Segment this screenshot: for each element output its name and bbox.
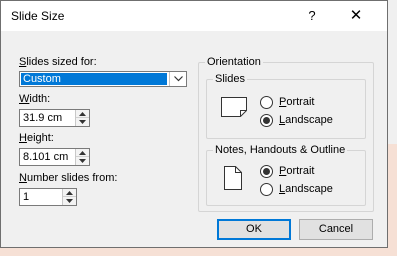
cancel-button[interactable]: Cancel [299,219,373,240]
slides-portrait-radio[interactable] [260,96,273,109]
height-value: 8.101 cm [23,151,69,163]
height-decrease-button[interactable] [76,157,89,165]
notes-orientation-group: Notes, Handouts & Outline Portrait Lands… [206,144,366,206]
ok-button[interactable]: OK [217,219,291,240]
title-bar: Slide Size ? ✕ [1,1,387,31]
notes-portrait-radio[interactable] [260,165,273,178]
width-increase-button[interactable] [76,110,89,118]
chevron-down-icon [174,76,183,82]
help-button[interactable]: ? [301,1,323,31]
number-increase-button[interactable] [63,189,76,197]
slides-sized-for-select[interactable]: Custom [19,71,187,87]
number-slides-from-label: Number slides from: [19,172,118,184]
spin-down-icon [79,120,86,124]
spin-down-icon [79,159,86,163]
close-button[interactable]: ✕ [341,1,371,31]
width-spinner[interactable]: 31.9 cm [19,109,90,127]
notes-landscape-radio[interactable] [260,183,273,196]
notes-orientation-title: Notes, Handouts & Outline [213,144,348,156]
dialog-title: Slide Size [11,9,65,23]
width-value: 31.9 cm [23,112,63,124]
width-label: Width: [19,93,51,105]
portrait-page-icon [224,166,242,190]
width-decrease-button[interactable] [76,118,89,126]
notes-portrait-label[interactable]: Portrait [279,165,314,177]
slides-orientation-group: Slides Portrait Landscape [206,73,366,139]
number-slides-from-spinner[interactable]: 1 [19,188,77,206]
number-slides-from-value: 1 [23,191,30,203]
orientation-group: Orientation Slides Portrait Landscape No… [198,56,374,212]
slides-landscape-label[interactable]: Landscape [279,114,333,126]
slides-sized-for-label: Slides sized for: [19,56,97,68]
spin-up-icon [79,151,86,155]
slides-orientation-title: Slides [213,73,247,85]
slides-sized-for-value: Custom [21,73,167,85]
spin-up-icon [79,112,86,116]
height-label: Height: [19,132,54,144]
height-spinner[interactable]: 8.101 cm [19,148,90,166]
slides-landscape-radio[interactable] [260,114,273,127]
slide-size-dialog: Slide Size ? ✕ Slides sized for: Custom … [0,0,388,248]
spin-up-icon [66,191,73,195]
notes-landscape-label[interactable]: Landscape [279,183,333,195]
orientation-title: Orientation [205,56,263,68]
number-decrease-button[interactable] [63,197,76,205]
slides-portrait-label[interactable]: Portrait [279,96,314,108]
dropdown-button[interactable] [169,72,186,86]
height-increase-button[interactable] [76,149,89,157]
landscape-page-icon [221,97,247,117]
spin-down-icon [66,199,73,203]
